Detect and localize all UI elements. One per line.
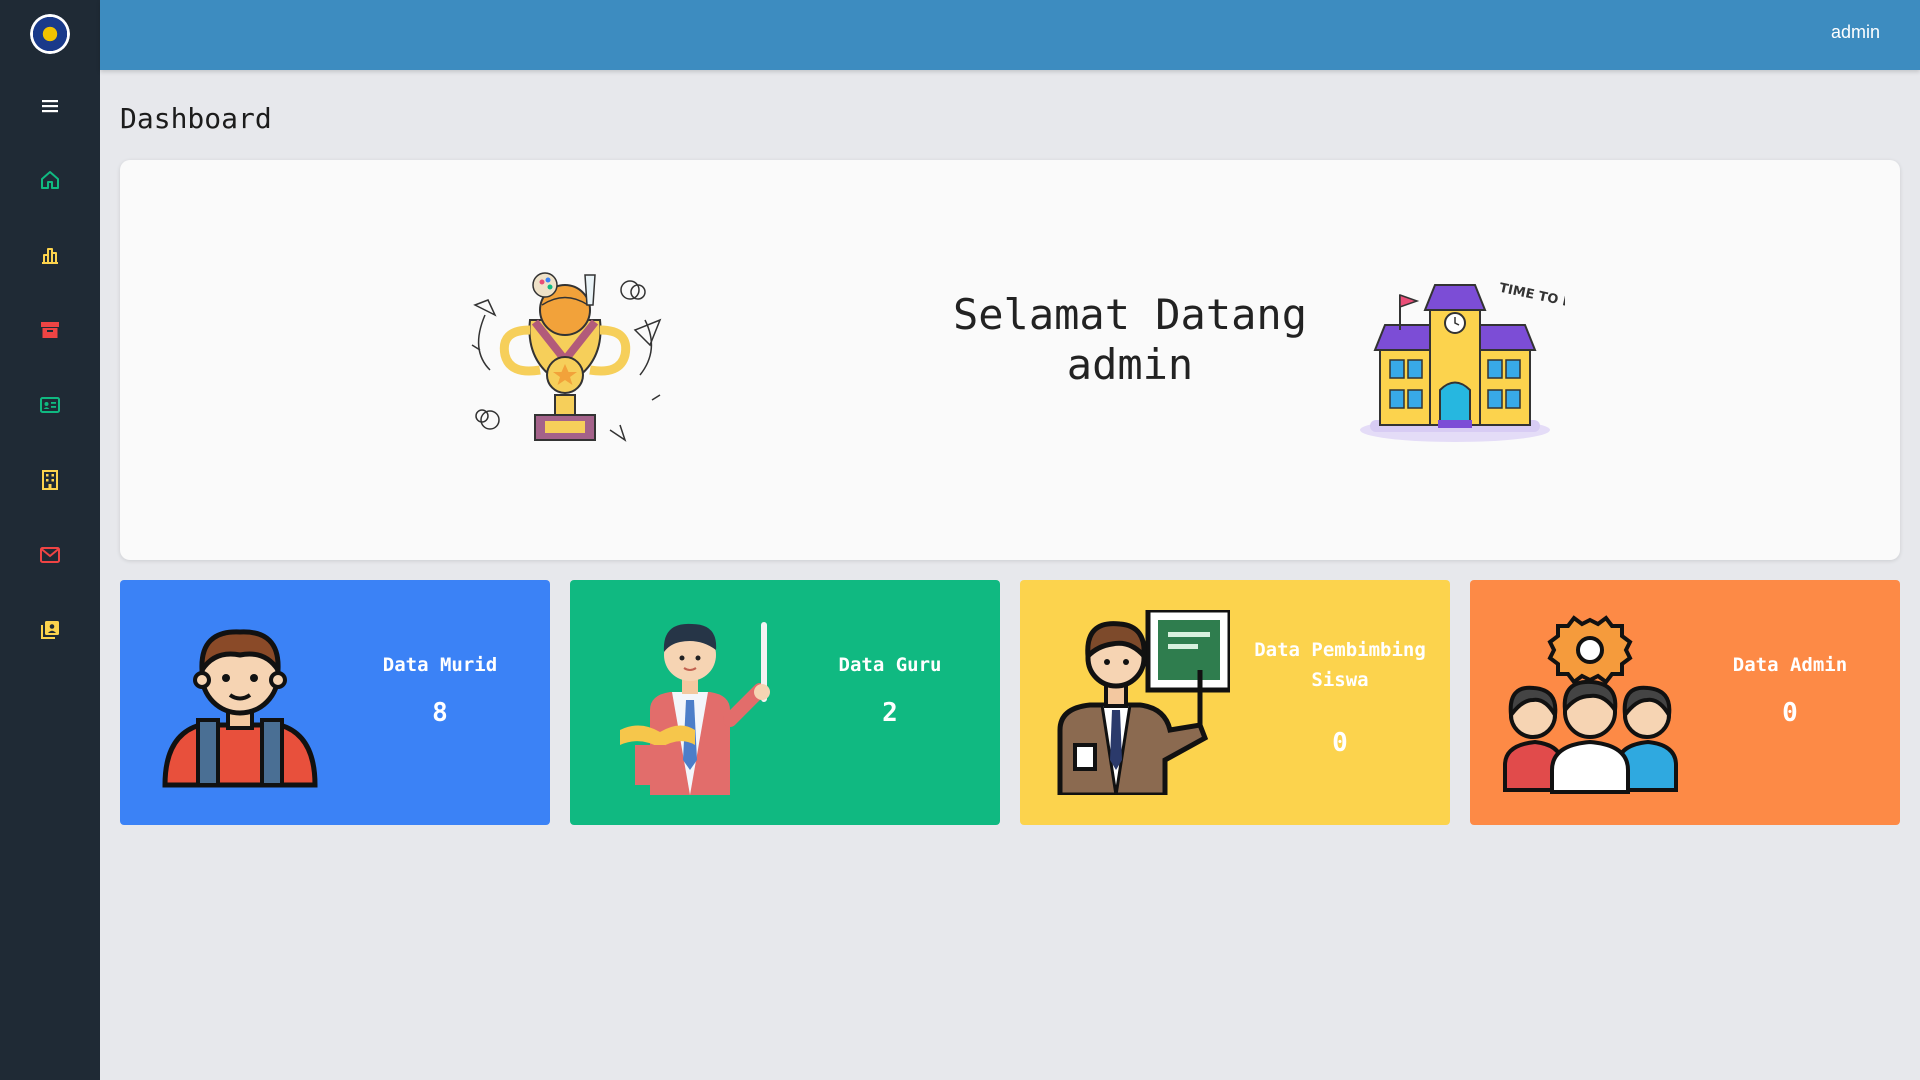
school-logo[interactable]: [30, 14, 70, 54]
card-value: 8: [432, 698, 448, 728]
card-label: Data Murid: [382, 654, 498, 676]
page-title: Dashboard: [120, 102, 272, 135]
mail-icon[interactable]: [38, 543, 62, 567]
student-illustration: [162, 629, 318, 788]
card-value: 0: [1782, 698, 1798, 728]
time-to-learn-badge: TIME TO LEARN!: [1498, 281, 1565, 320]
school-illustration: TIME TO LEARN!: [1360, 281, 1565, 442]
building-icon[interactable]: [38, 468, 62, 492]
top-bar: admin: [100, 0, 1920, 70]
card-value: 2: [882, 698, 898, 728]
card-value: 0: [1332, 728, 1348, 758]
admin-team-illustration: [1503, 615, 1678, 794]
stat-card-guru[interactable]: Data Guru 2: [570, 580, 1000, 825]
card-label: Data Admin: [1732, 654, 1848, 676]
id-card-icon[interactable]: [38, 393, 62, 417]
stat-card-admin[interactable]: Data Admin 0: [1470, 580, 1900, 825]
welcome-panel: Selamat Datang admin TIME TO LEARN!: [120, 160, 1900, 560]
stat-card-pembimbing[interactable]: Data Pembimbing Siswa 0: [1020, 580, 1450, 825]
teacher-illustration: [620, 622, 770, 795]
card-label: Data Pembimbing Siswa: [1254, 639, 1426, 691]
sidebar: [0, 0, 100, 1080]
stat-card-murid[interactable]: Data Murid 8: [120, 580, 550, 825]
card-label: Data Guru: [838, 654, 942, 676]
home-icon[interactable]: [38, 168, 62, 192]
chart-icon[interactable]: [38, 243, 62, 267]
archive-icon[interactable]: [38, 318, 62, 342]
contact-icon[interactable]: [38, 618, 62, 642]
mentor-illustration: [1057, 610, 1230, 795]
user-menu[interactable]: admin: [1831, 22, 1880, 43]
trophy-illustration: [471, 272, 662, 442]
menu-icon[interactable]: [38, 94, 62, 118]
